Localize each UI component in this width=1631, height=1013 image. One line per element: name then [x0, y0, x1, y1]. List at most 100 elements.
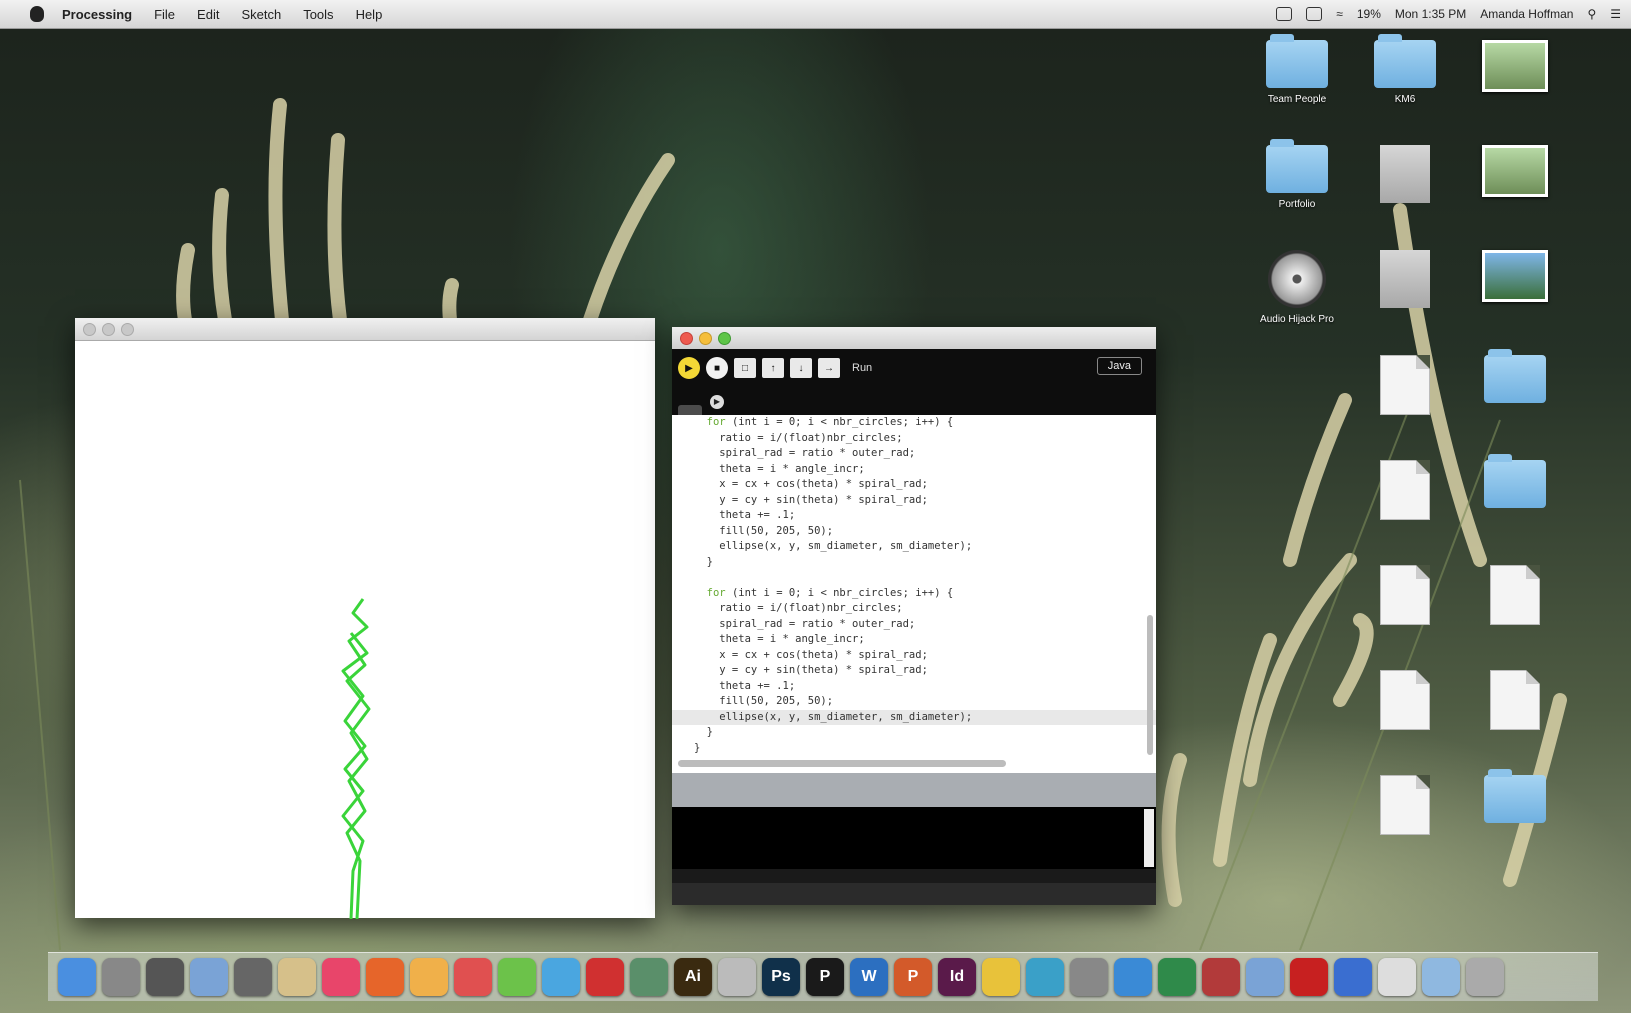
dock-safari-icon[interactable]: [542, 958, 580, 996]
dock-illustrator-icon[interactable]: Ai: [674, 958, 712, 996]
dock-calendar-icon[interactable]: [454, 958, 492, 996]
desktop-icon[interactable]: Team People: [1249, 34, 1345, 106]
stop-button[interactable]: ■: [706, 357, 728, 379]
code-line: y = cy + sin(theta) * spiral_rad;: [694, 664, 928, 676]
dock-preview-icon[interactable]: [190, 958, 228, 996]
desktop-icon[interactable]: [1357, 250, 1453, 314]
menu-tools[interactable]: Tools: [303, 7, 333, 22]
clock[interactable]: Mon 1:35 PM: [1395, 7, 1466, 21]
dock-tools-icon[interactable]: [1070, 958, 1108, 996]
minimize-button[interactable]: [102, 323, 115, 336]
dock-norton-icon[interactable]: [982, 958, 1020, 996]
dock-photoshop-icon[interactable]: Ps: [762, 958, 800, 996]
dock-notes-icon[interactable]: [278, 958, 316, 996]
code-line: y = cy + sin(theta) * spiral_rad;: [694, 493, 928, 506]
desktop-icon[interactable]: Portfolio: [1249, 139, 1345, 211]
apple-menu-icon[interactable]: [30, 6, 44, 22]
menu-help[interactable]: Help: [356, 7, 383, 22]
desktop-icon-label: KM6: [1394, 94, 1416, 105]
dock-dictionary-icon[interactable]: [1202, 958, 1240, 996]
desktop-icon[interactable]: [1357, 670, 1453, 736]
mode-selector[interactable]: Java: [1096, 357, 1142, 375]
dock-powerpoint-icon[interactable]: P: [894, 958, 932, 996]
status-icon[interactable]: [1306, 7, 1323, 21]
dock-app-icon[interactable]: [630, 958, 668, 996]
dock-finder-icon[interactable]: [58, 958, 96, 996]
horizontal-scrollbar[interactable]: [678, 760, 1006, 767]
desktop-icon[interactable]: Audio Hijack Pro: [1249, 250, 1345, 326]
open-button[interactable]: ↑: [762, 358, 784, 378]
dock-mission-control-icon[interactable]: [146, 958, 184, 996]
desktop-icon[interactable]: [1467, 670, 1563, 736]
dock-acrobat-icon[interactable]: [1290, 958, 1328, 996]
desktop-icon[interactable]: [1357, 775, 1453, 841]
run-button[interactable]: ▶: [678, 357, 700, 379]
console-scrollbar[interactable]: [1144, 809, 1154, 867]
minimize-button[interactable]: [699, 332, 712, 345]
close-button[interactable]: [680, 332, 693, 345]
doc-icon: [1380, 775, 1430, 835]
tab-menu-arrow-icon[interactable]: ▶: [710, 395, 724, 409]
user-name[interactable]: Amanda Hoffman: [1480, 7, 1573, 21]
desktop-icon[interactable]: [1467, 454, 1563, 514]
app-menu[interactable]: Processing: [62, 7, 132, 22]
desktop-icon[interactable]: [1467, 769, 1563, 829]
menu-edit[interactable]: Edit: [197, 7, 219, 22]
notification-center-icon[interactable]: ☰: [1610, 7, 1621, 21]
dock-spotlight-icon[interactable]: [1334, 958, 1372, 996]
zoom-button[interactable]: [718, 332, 731, 345]
spotlight-icon[interactable]: ⚲: [1587, 7, 1596, 21]
zoom-button[interactable]: [121, 323, 134, 336]
sketch-tab[interactable]: [678, 405, 702, 415]
photo-icon: [1482, 40, 1548, 92]
dock-trash-icon[interactable]: [1466, 958, 1504, 996]
dock-processing-p-icon[interactable]: P: [806, 958, 844, 996]
menu-file[interactable]: File: [154, 7, 175, 22]
desktop-icon[interactable]: [1357, 460, 1453, 526]
dock-firefox-icon[interactable]: [366, 958, 404, 996]
processing-ide-window[interactable]: ▶ ■ □ ↑ ↓ → Run Java ▶ for (int i = 0; i…: [672, 327, 1156, 905]
ide-titlebar[interactable]: [672, 327, 1156, 349]
dock-itunes-icon[interactable]: [322, 958, 360, 996]
desktop-icon[interactable]: [1357, 565, 1453, 631]
dock-excel-icon[interactable]: [1158, 958, 1196, 996]
dock-image-capture-icon[interactable]: [234, 958, 272, 996]
dock-preview2-icon[interactable]: [1246, 958, 1284, 996]
desktop-icon[interactable]: [1357, 145, 1453, 209]
doc-icon: [1380, 355, 1430, 415]
keyword: for: [706, 586, 726, 599]
console-output[interactable]: [672, 807, 1156, 869]
dock-spotify-icon[interactable]: [498, 958, 536, 996]
desktop-icon[interactable]: [1467, 250, 1563, 308]
vertical-scrollbar[interactable]: [1147, 615, 1153, 755]
dock-installer-icon[interactable]: [1378, 958, 1416, 996]
dock-word-icon[interactable]: W: [850, 958, 888, 996]
dock-launchpad-icon[interactable]: [102, 958, 140, 996]
battery-indicator[interactable]: 19%: [1357, 7, 1381, 21]
dock-indesign-icon[interactable]: Id: [938, 958, 976, 996]
desktop-icon[interactable]: [1467, 565, 1563, 631]
desktop-icon[interactable]: KM6: [1357, 34, 1453, 106]
sketch-output-window[interactable]: [75, 318, 655, 920]
export-button[interactable]: →: [818, 358, 840, 378]
close-button[interactable]: [83, 323, 96, 336]
dock-growl-icon[interactable]: [410, 958, 448, 996]
status-icon[interactable]: [1276, 7, 1293, 21]
menu-sketch[interactable]: Sketch: [241, 7, 281, 22]
desktop-icon[interactable]: [1467, 349, 1563, 409]
dock-flash-icon[interactable]: [586, 958, 624, 996]
desktop-icon[interactable]: [1467, 40, 1563, 98]
dock-sketchbook-icon[interactable]: [718, 958, 756, 996]
dock-map-icon[interactable]: [1026, 958, 1064, 996]
folder-icon: [1484, 769, 1546, 823]
desktop-icon[interactable]: [1467, 145, 1563, 203]
desktop-icon[interactable]: [1357, 355, 1453, 421]
sketch-window-titlebar[interactable]: [75, 318, 655, 341]
code-editor[interactable]: for (int i = 0; i < nbr_circles; i++) { …: [672, 415, 1156, 773]
wifi-icon[interactable]: ≈: [1336, 7, 1343, 21]
save-button[interactable]: ↓: [790, 358, 812, 378]
dock-globe-icon[interactable]: [1114, 958, 1152, 996]
dock-documents-icon[interactable]: [1422, 958, 1460, 996]
new-button[interactable]: □: [734, 358, 756, 378]
